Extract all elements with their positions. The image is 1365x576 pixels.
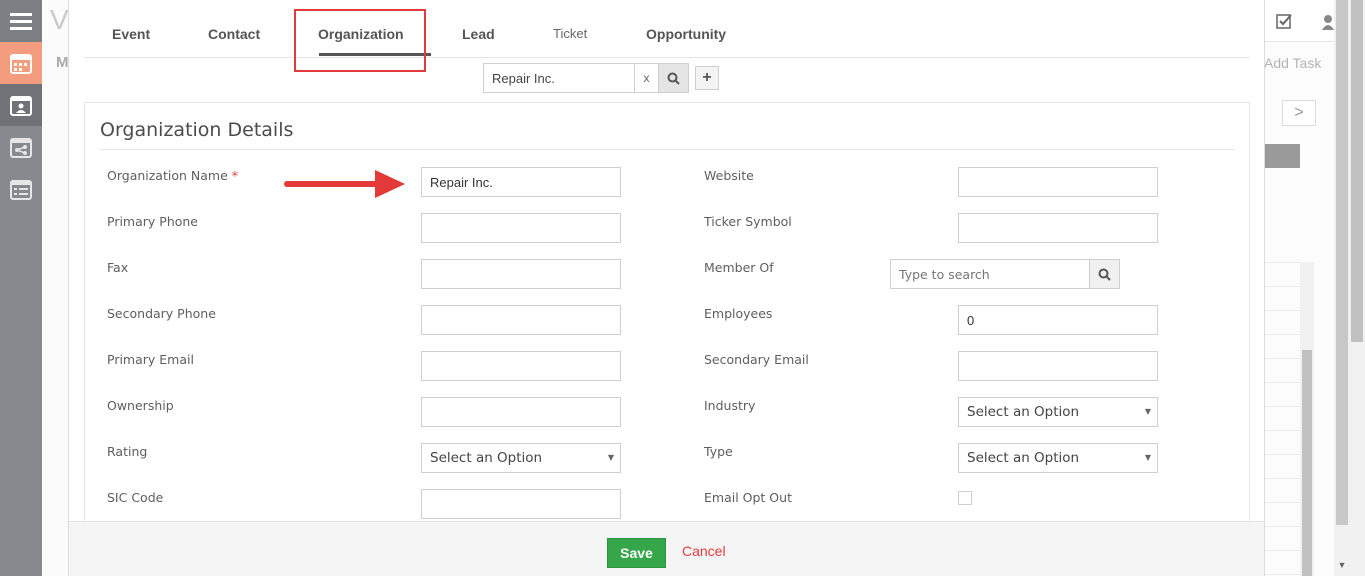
add-task-link[interactable]: Add Task — [1264, 55, 1321, 71]
email-opt-out-checkbox[interactable] — [958, 491, 972, 505]
sidebar-item-list[interactable] — [0, 168, 42, 210]
website-input[interactable] — [958, 167, 1158, 197]
tab-ticket[interactable]: Ticket — [553, 26, 587, 41]
tab-event[interactable]: Event — [112, 26, 150, 42]
search-icon — [667, 72, 680, 85]
annotation-arrow-icon — [284, 170, 405, 198]
sidebar-item-shared[interactable] — [0, 126, 42, 168]
secondary-email-input[interactable] — [958, 351, 1158, 381]
member-of-label: Member Of — [704, 260, 774, 275]
primary-email-input[interactable] — [421, 351, 621, 381]
website-label: Website — [704, 168, 754, 183]
clear-search-button[interactable]: x — [635, 63, 659, 93]
record-search: x — [483, 63, 689, 93]
user-icon[interactable] — [1322, 14, 1334, 30]
share-calendar-icon — [10, 138, 32, 158]
tab-contact[interactable]: Contact — [208, 26, 260, 42]
secondary-email-label: Secondary Email — [704, 352, 809, 367]
primary-phone-input[interactable] — [421, 213, 621, 243]
rating-select-value: Select an Option — [430, 450, 543, 466]
calendar-next-button[interactable]: > — [1282, 100, 1316, 126]
quick-create-modal: Event Contact Organization Lead Ticket O… — [68, 0, 1265, 576]
calendar-list-icon — [10, 180, 32, 200]
page-scrollbar-thumb-secondary[interactable] — [1336, 0, 1348, 525]
organization-name-label-text: Organization Name — [107, 168, 228, 183]
dropdown-caret-icon: ▼ — [607, 453, 614, 462]
calendar-person-icon — [10, 96, 32, 116]
tab-lead[interactable]: Lead — [462, 26, 495, 42]
chevron-right-icon: > — [1294, 104, 1304, 121]
employees-label: Employees — [704, 306, 773, 321]
search-button[interactable] — [659, 63, 689, 93]
search-icon — [1098, 268, 1111, 281]
divider — [100, 149, 1235, 150]
sic-code-input[interactable] — [421, 489, 621, 519]
email-opt-out-label: Email Opt Out — [704, 490, 792, 505]
industry-label: Industry — [704, 398, 756, 413]
modal-footer: Save Cancel — [69, 521, 1264, 576]
fax-label: Fax — [107, 260, 129, 275]
background-top-icons — [1264, 0, 1334, 42]
sidebar-item-activities[interactable] — [0, 84, 42, 126]
type-label: Type — [704, 444, 733, 459]
sidebar-item-calendar[interactable] — [0, 42, 42, 84]
background-title: V — [50, 4, 69, 35]
sic-code-label: SIC Code — [107, 490, 164, 505]
fax-input[interactable] — [421, 259, 621, 289]
ticker-symbol-input[interactable] — [958, 213, 1158, 243]
primary-phone-label: Primary Phone — [107, 214, 198, 229]
ownership-label: Ownership — [107, 398, 174, 413]
tab-opportunity[interactable]: Opportunity — [646, 26, 726, 42]
annotation-highlight-box — [294, 9, 426, 72]
left-sidebar — [0, 0, 42, 576]
secondary-phone-input[interactable] — [421, 305, 621, 335]
cancel-button[interactable]: Cancel — [682, 543, 726, 559]
type-select[interactable]: Select an Option ▼ — [958, 443, 1158, 473]
required-marker: * — [231, 168, 239, 183]
industry-select[interactable]: Select an Option ▼ — [958, 397, 1158, 427]
hamburger-icon — [10, 13, 32, 30]
rating-select[interactable]: Select an Option ▼ — [421, 443, 621, 473]
scroll-down-arrow-icon[interactable]: ▼ — [1334, 560, 1350, 576]
organization-name-label: Organization Name * — [107, 168, 238, 183]
primary-email-label: Primary Email — [107, 352, 194, 367]
page-scrollbar-thumb[interactable] — [1351, 0, 1363, 342]
record-search-input[interactable] — [483, 63, 635, 93]
background-grid — [1264, 262, 1300, 576]
sidebar-menu-button[interactable] — [0, 0, 42, 42]
background-grid-header — [1264, 144, 1300, 168]
ownership-input[interactable] — [421, 397, 621, 427]
dropdown-caret-icon: ▼ — [1144, 453, 1151, 462]
panel-title: Organization Details — [100, 119, 294, 141]
background-section: M — [56, 54, 69, 71]
save-button[interactable]: Save — [607, 538, 666, 568]
add-record-button[interactable]: + — [695, 66, 719, 90]
ticker-symbol-label: Ticker Symbol — [704, 214, 792, 229]
organization-name-input[interactable] — [421, 167, 621, 197]
checkbox-icon[interactable] — [1276, 13, 1292, 29]
rating-label: Rating — [107, 444, 148, 459]
dropdown-caret-icon: ▼ — [1144, 407, 1151, 416]
industry-select-value: Select an Option — [967, 404, 1080, 420]
employees-input[interactable] — [958, 305, 1158, 335]
inner-scrollbar-thumb[interactable] — [1302, 350, 1312, 576]
type-select-value: Select an Option — [967, 450, 1080, 466]
secondary-phone-label: Secondary Phone — [107, 306, 216, 321]
tab-bar: Event Contact Organization Lead Ticket O… — [84, 0, 1250, 58]
member-of-lookup — [890, 259, 1120, 289]
member-of-input[interactable] — [890, 259, 1090, 289]
calendar-icon — [10, 54, 32, 74]
member-of-search-button[interactable] — [1090, 259, 1120, 289]
